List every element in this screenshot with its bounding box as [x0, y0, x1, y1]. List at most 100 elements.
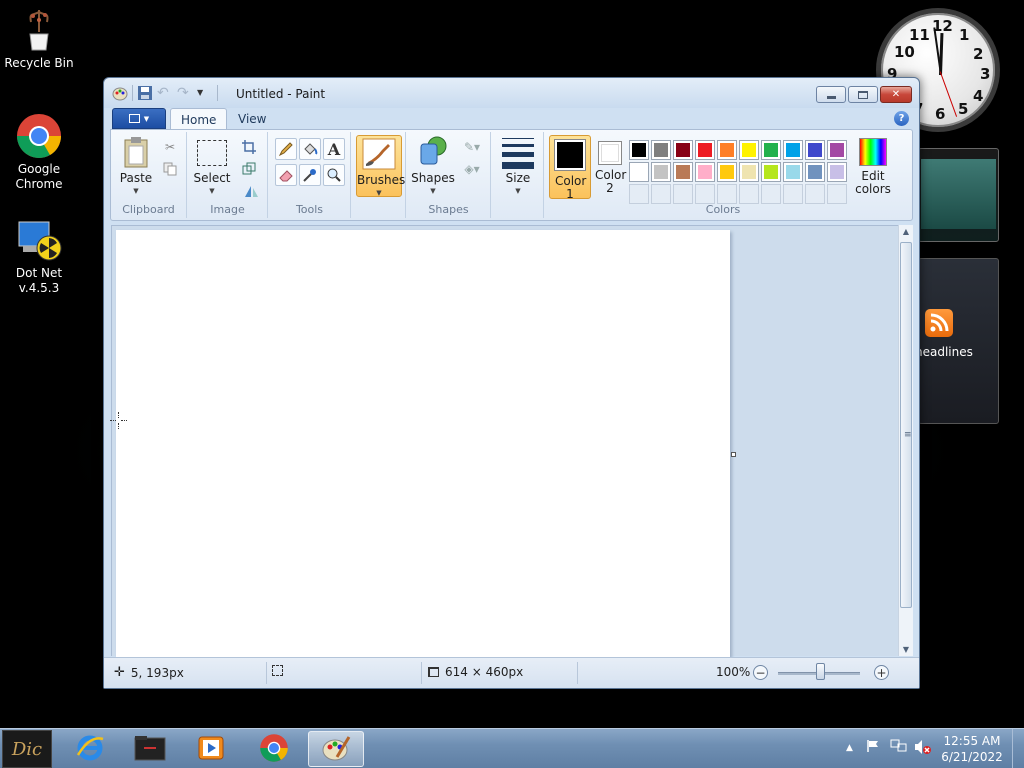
paint-app-icon[interactable]	[112, 85, 128, 101]
taskbar-google-chrome[interactable]	[246, 731, 302, 767]
action-center-icon[interactable]	[866, 739, 880, 756]
slideshow-image	[921, 159, 996, 229]
custom-color-slot[interactable]	[805, 184, 825, 204]
edit-colors-button[interactable]: Edit colors	[851, 138, 895, 196]
desktop-icon-google-chrome[interactable]: Google Chrome	[1, 112, 77, 192]
color-swatch[interactable]	[783, 140, 803, 160]
color-swatch[interactable]	[761, 162, 781, 182]
taskbar-file-manager[interactable]	[122, 731, 178, 767]
zoom-slider-thumb[interactable]	[816, 663, 825, 680]
color-swatch[interactable]	[629, 140, 649, 160]
taskbar-paint[interactable]	[308, 731, 364, 767]
scroll-down-icon[interactable]: ▼	[899, 645, 913, 654]
custom-color-slot[interactable]	[673, 184, 693, 204]
paint-window[interactable]: ↶ ↷ ▼ Untitled - Paint ✕ ▼ Home View ? P…	[103, 77, 920, 689]
close-button[interactable]: ✕	[880, 86, 912, 103]
installer-icon	[15, 216, 63, 264]
image-group: Select ▼ Image	[188, 132, 268, 218]
chevron-down-icon: ▼	[143, 114, 150, 123]
color-swatch[interactable]	[695, 162, 715, 182]
magnifier-icon[interactable]	[323, 164, 345, 186]
color-swatch[interactable]	[695, 140, 715, 160]
color1-button[interactable]: Color 1	[549, 135, 591, 201]
tab-view[interactable]: View	[228, 108, 276, 130]
resize-icon[interactable]	[240, 160, 258, 178]
maximize-button[interactable]	[848, 86, 878, 103]
color-swatch[interactable]	[761, 140, 781, 160]
color-palette	[629, 140, 847, 204]
vertical-scrollbar[interactable]: ▲ ≡ ▼	[898, 225, 913, 656]
crop-icon[interactable]	[240, 138, 258, 156]
customize-toolbar-icon[interactable]: ▼	[197, 85, 213, 101]
paste-button[interactable]: Paste ▼	[115, 136, 157, 198]
resize-handle-right[interactable]	[731, 452, 736, 457]
title-bar[interactable]: ↶ ↷ ▼ Untitled - Paint ✕	[104, 78, 919, 108]
color-swatch[interactable]	[651, 140, 671, 160]
color-swatch[interactable]	[673, 140, 693, 160]
tab-home[interactable]: Home	[170, 108, 228, 130]
plus-icon: +	[876, 665, 887, 680]
color-swatch[interactable]	[673, 162, 693, 182]
color-swatch[interactable]	[739, 140, 759, 160]
color-swatch[interactable]	[739, 162, 759, 182]
taskbar-internet-explorer[interactable]	[62, 731, 118, 767]
color-swatch[interactable]	[805, 162, 825, 182]
size-button[interactable]: Size ▼	[498, 136, 538, 198]
fill-bucket-icon[interactable]	[299, 138, 321, 160]
brushes-button[interactable]: Brushes ▼	[356, 135, 405, 197]
text-icon[interactable]: A	[323, 138, 345, 160]
show-desktop-button[interactable]	[1012, 729, 1024, 768]
desktop-icon-dot-net[interactable]: Dot Net v.4.5.3	[1, 216, 77, 296]
color-swatch[interactable]	[827, 162, 847, 182]
taskbar-clock[interactable]: 12:55 AM 6/21/2022	[936, 733, 1008, 765]
shapes-button[interactable]: Shapes ▼	[411, 136, 455, 198]
undo-icon[interactable]: ↶	[157, 85, 173, 101]
custom-color-slot[interactable]	[827, 184, 847, 204]
custom-color-slot[interactable]	[695, 184, 715, 204]
cut-icon[interactable]: ✂	[161, 138, 179, 156]
custom-color-slot[interactable]	[717, 184, 737, 204]
custom-color-slot[interactable]	[783, 184, 803, 204]
color-swatch[interactable]	[805, 140, 825, 160]
drawing-canvas[interactable]	[110, 230, 730, 661]
outline-icon[interactable]: ✎▾	[459, 138, 485, 156]
canvas-workspace[interactable]	[110, 225, 898, 661]
minimize-button[interactable]	[816, 86, 846, 103]
color2-button[interactable]: Color 2	[593, 138, 627, 195]
save-icon[interactable]	[137, 85, 153, 101]
zoom-out-button[interactable]: −	[753, 665, 768, 680]
color-swatch[interactable]	[783, 162, 803, 182]
color-swatch[interactable]	[629, 162, 649, 182]
fill-icon[interactable]: ◈▾	[459, 160, 485, 178]
color-swatch[interactable]	[717, 140, 737, 160]
start-button[interactable]: Dic	[2, 730, 52, 768]
ribbon-tabs: ▼ Home View ?	[110, 108, 913, 130]
eraser-icon[interactable]	[275, 164, 297, 186]
chrome-icon	[15, 112, 63, 160]
custom-color-slot[interactable]	[739, 184, 759, 204]
custom-color-slot[interactable]	[761, 184, 781, 204]
zoom-in-button[interactable]: +	[874, 665, 889, 680]
custom-color-slot[interactable]	[629, 184, 649, 204]
rotate-icon[interactable]	[240, 182, 266, 200]
feed-headlines-gadget[interactable]: headlines	[915, 258, 999, 424]
scrollbar-thumb[interactable]: ≡	[900, 242, 912, 608]
volume-muted-icon[interactable]	[914, 739, 932, 758]
copy-icon[interactable]	[161, 160, 179, 178]
desktop-icon-recycle-bin[interactable]: Recycle Bin	[1, 6, 77, 71]
color-swatch[interactable]	[827, 140, 847, 160]
color-swatch[interactable]	[651, 162, 671, 182]
redo-icon[interactable]: ↷	[177, 85, 193, 101]
network-icon[interactable]	[890, 739, 908, 756]
color-swatch[interactable]	[717, 162, 737, 182]
taskbar-media-player[interactable]	[183, 731, 239, 767]
slideshow-gadget[interactable]	[918, 148, 999, 242]
file-menu-button[interactable]: ▼	[112, 108, 166, 129]
show-hidden-icons[interactable]: ▲	[846, 739, 853, 753]
help-icon[interactable]: ?	[894, 111, 909, 126]
color-picker-icon[interactable]	[299, 164, 321, 186]
scroll-up-icon[interactable]: ▲	[899, 227, 913, 236]
select-button[interactable]: Select ▼	[192, 136, 232, 198]
pencil-icon[interactable]	[275, 138, 297, 160]
custom-color-slot[interactable]	[651, 184, 671, 204]
